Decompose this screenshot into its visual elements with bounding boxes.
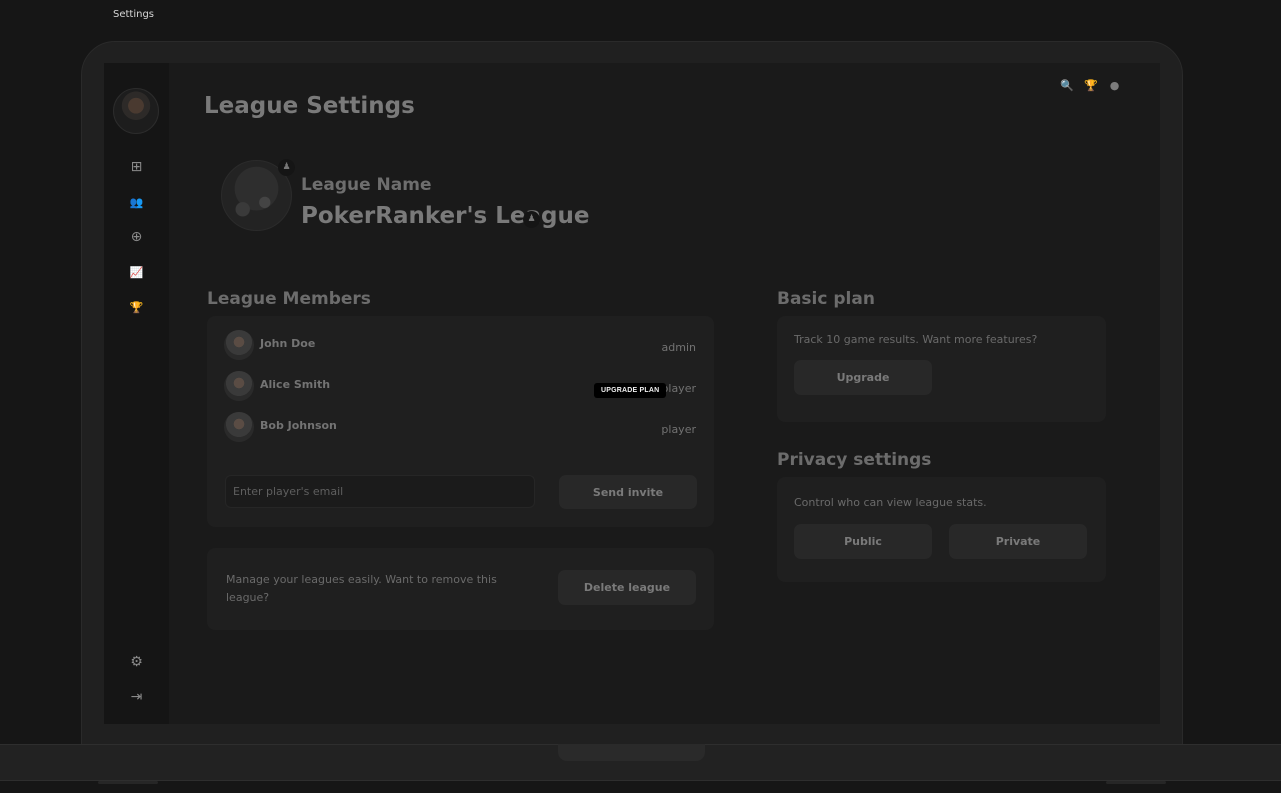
lock-icon[interactable]: ♟	[523, 211, 540, 228]
upgrade-plan-tooltip: UPGRADE PLAN	[594, 383, 667, 398]
laptop-foot-right	[1106, 781, 1166, 784]
league-name[interactable]: PokerRanker's League	[301, 203, 589, 229]
plan-description: Track 10 game results. Want more feature…	[794, 333, 1038, 346]
trophy-icon[interactable]: 🏆	[128, 299, 145, 316]
lock-icon[interactable]: ♟	[278, 159, 295, 176]
privacy-description: Control who can view league stats.	[794, 496, 987, 509]
upgrade-button[interactable]: Upgrade	[794, 360, 932, 395]
laptop-notch	[558, 744, 705, 761]
league-name-label: League Name	[301, 175, 432, 195]
member-name: John Doe	[260, 337, 316, 350]
delete-description: Manage your leagues easily. Want to remo…	[226, 573, 497, 604]
header-icons: 🔍 🏆 ●	[1060, 79, 1121, 92]
dashboard-grid-icon[interactable]: ⊞	[128, 159, 145, 176]
list-item: Bob Johnson player	[224, 412, 696, 442]
users-icon[interactable]: 👥	[128, 194, 145, 211]
globe-icon[interactable]: ●	[1108, 79, 1121, 92]
app-screen: ⊞ 👥 ⊕ 📈 🏆 ⚙ ⇥ League Settings 🔍 🏆 ● ♟ Le…	[104, 63, 1160, 724]
plan-title: Basic plan	[777, 289, 875, 309]
avatar	[224, 412, 254, 442]
send-invite-button[interactable]: Send invite	[559, 475, 697, 509]
private-button[interactable]: Private	[949, 524, 1087, 559]
add-circle-icon[interactable]: ⊕	[128, 229, 145, 246]
delete-league-card: Manage your leagues easily. Want to remo…	[207, 548, 714, 630]
member-name: Bob Johnson	[260, 419, 337, 432]
avatar	[224, 371, 254, 401]
public-button[interactable]: Public	[794, 524, 932, 559]
member-role: player	[661, 423, 696, 436]
gear-icon[interactable]: ⚙	[128, 654, 145, 671]
list-item: John Doe admin	[224, 330, 696, 360]
chart-line-icon[interactable]: 📈	[128, 264, 145, 281]
logout-icon[interactable]: ⇥	[128, 689, 145, 706]
window-title: Settings	[113, 9, 155, 20]
page-title: League Settings	[204, 93, 415, 119]
user-avatar[interactable]	[113, 88, 159, 134]
sidebar: ⊞ 👥 ⊕ 📈 🏆 ⚙ ⇥	[104, 63, 169, 724]
privacy-card: Control who can view league stats. Publi…	[777, 477, 1106, 582]
laptop-foot-left	[98, 781, 158, 784]
delete-league-button[interactable]: Delete league	[558, 570, 696, 605]
member-name: Alice Smith	[260, 378, 331, 391]
search-icon[interactable]: 🔍	[1060, 79, 1074, 92]
members-card: John Doe admin Alice Smith player Bob Jo…	[207, 316, 714, 527]
plan-card: Track 10 game results. Want more feature…	[777, 316, 1106, 422]
member-role: player	[661, 382, 696, 395]
trophy-icon[interactable]: 🏆	[1084, 79, 1098, 92]
email-field[interactable]	[225, 475, 535, 508]
privacy-title: Privacy settings	[777, 450, 932, 470]
member-role: admin	[661, 341, 696, 354]
avatar	[224, 330, 254, 360]
members-title: League Members	[207, 289, 371, 309]
